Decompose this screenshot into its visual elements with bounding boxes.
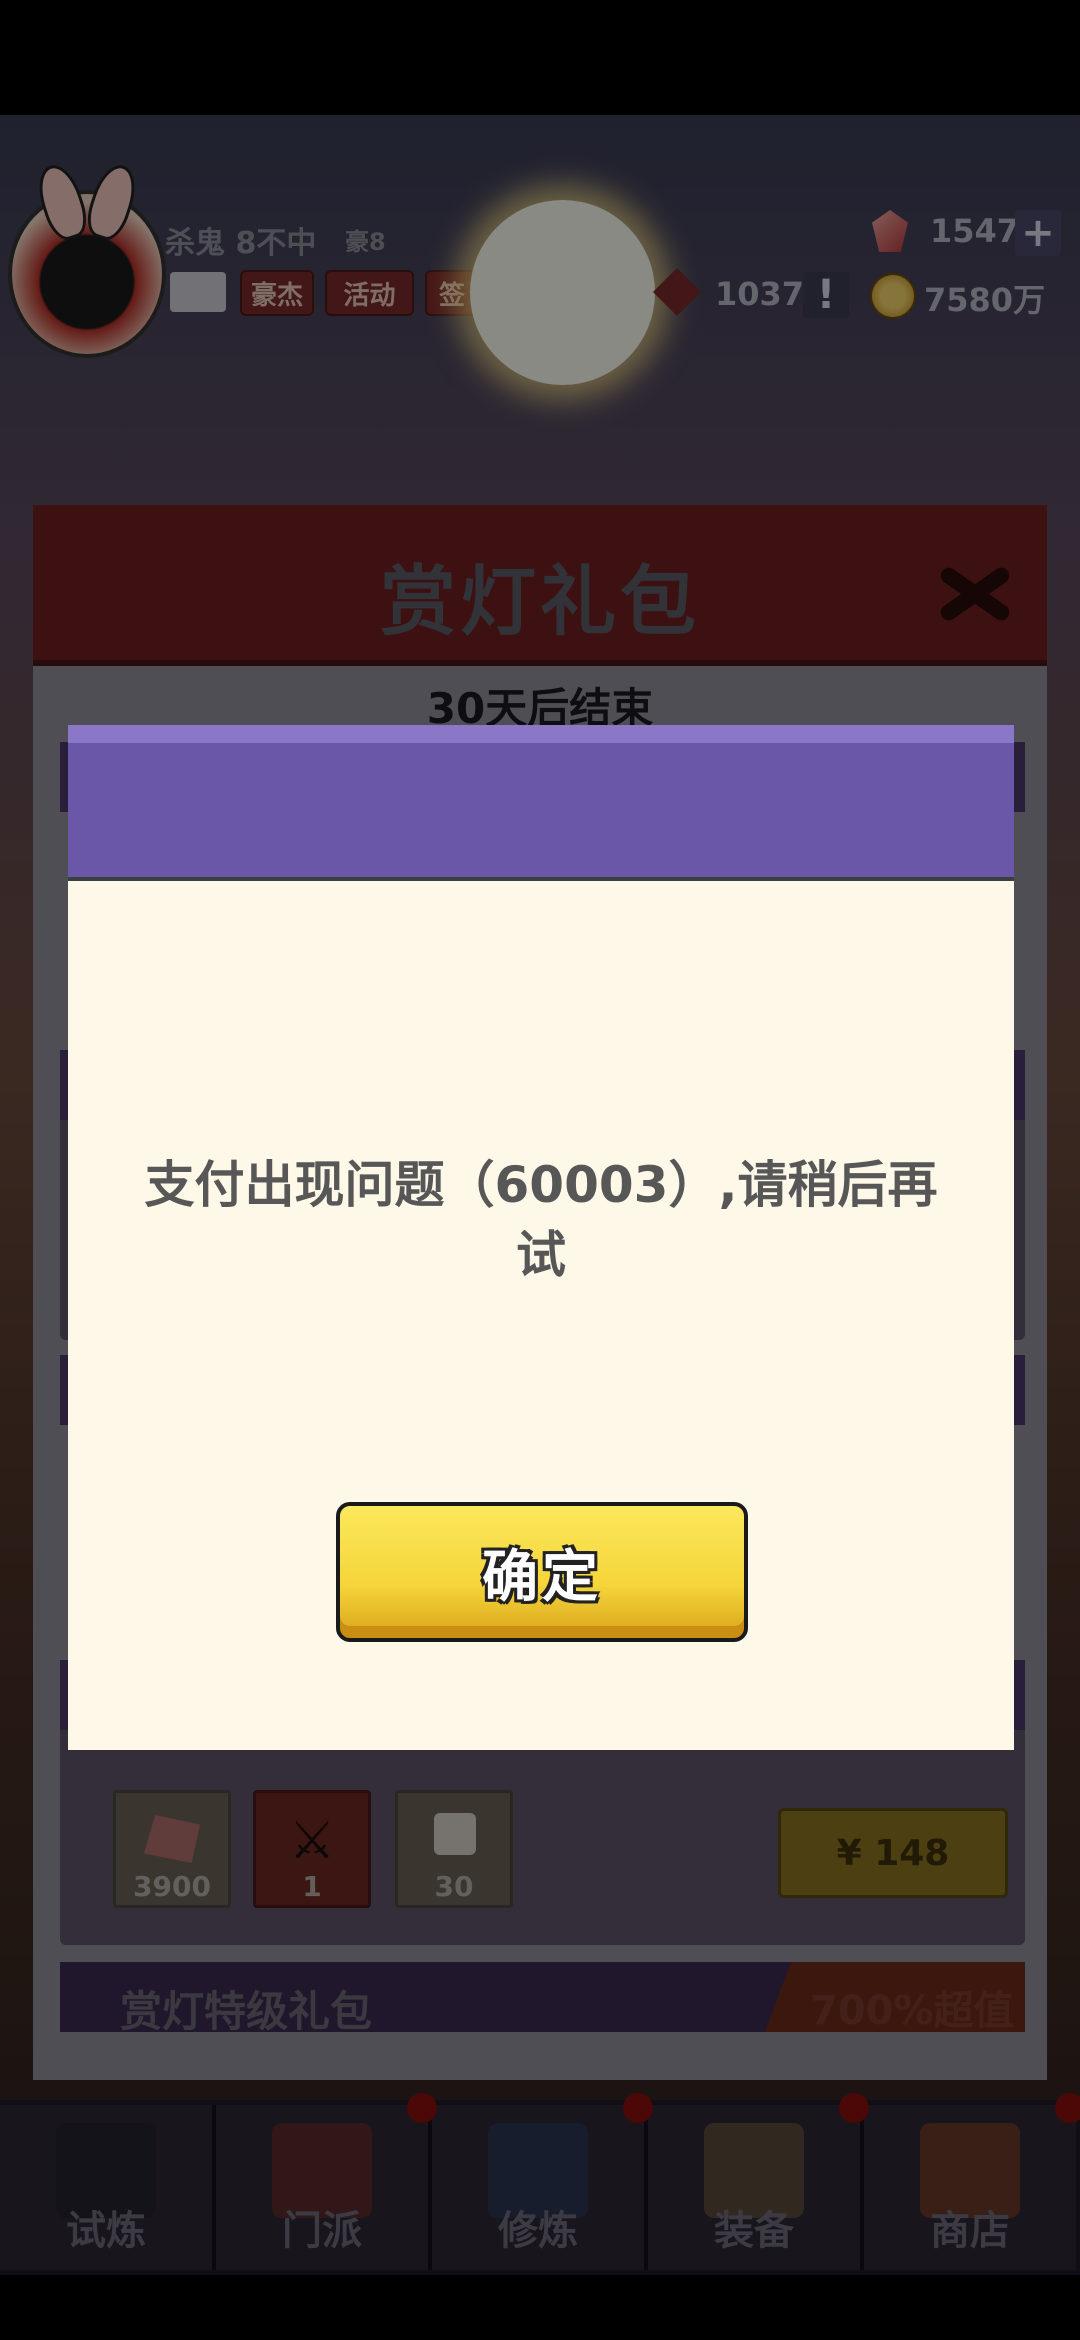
notification-dot [839, 2093, 869, 2123]
dialog-header [68, 725, 1014, 881]
gem-icon [144, 1815, 200, 1863]
nav-item-cultivate[interactable]: 修炼 [432, 2105, 648, 2270]
item-count: 3900 [133, 1870, 211, 1903]
add-gems-button[interactable]: + [1015, 210, 1061, 256]
confirm-button[interactable]: 确定 [336, 1502, 748, 1642]
gem-count: 1547 [930, 212, 1020, 250]
buy-pack-button[interactable]: ¥ 148 [778, 1808, 1008, 1898]
item-count: 30 [434, 1870, 474, 1903]
nav-item-trial[interactable]: 试炼 [0, 2105, 216, 2270]
notification-dot [1055, 2093, 1080, 2123]
coin-icon [870, 273, 916, 319]
dialog-message: 支付出现问题（60003）,请稍后再试 [144, 1156, 938, 1284]
info-button[interactable]: ! [803, 272, 849, 318]
nav-label: 门派 [282, 2208, 362, 2254]
special-pack-label: 赏灯特级礼包 [120, 1987, 373, 2036]
vip-level: 豪8 [345, 228, 386, 256]
item-count: 1 [302, 1870, 322, 1903]
nav-item-sect[interactable]: 门派 [216, 2105, 432, 2270]
nav-item-shop[interactable]: 商店 [864, 2105, 1076, 2270]
item-slot-weapon[interactable]: ⚔ 1 [253, 1790, 371, 1908]
dialog-header-highlight [68, 725, 1014, 743]
notification-dot [407, 2093, 437, 2123]
token-count: 1037 [715, 275, 805, 313]
player-name: 杀鬼 8不中 [165, 226, 317, 261]
nav-item-equipment[interactable]: 装备 [648, 2105, 864, 2270]
notification-dot [623, 2093, 653, 2123]
special-pack-value: 700%超值 [810, 1988, 1014, 2034]
moon-lantern-decoration [470, 200, 655, 385]
item-slot-gems[interactable]: 3900 [113, 1790, 231, 1908]
mail-icon[interactable] [170, 272, 226, 312]
nav-label: 试炼 [66, 2208, 146, 2254]
coin-count: 7580万 [924, 281, 1046, 319]
chip-activity[interactable]: 活动 [325, 270, 414, 316]
chip-haojie[interactable]: 豪杰 [240, 270, 314, 316]
player-avatar[interactable] [8, 190, 166, 358]
mystery-weapon-icon: ⚔ [288, 1811, 336, 1871]
nav-label: 修炼 [498, 2208, 578, 2254]
dice-icon [434, 1813, 476, 1855]
confirm-button-label: 确定 [482, 1544, 602, 1610]
gift-pack-title: 赏灯礼包 [380, 557, 700, 646]
close-icon[interactable] [930, 548, 1020, 638]
item-slot-dice[interactable]: 30 [395, 1790, 513, 1908]
nav-label: 装备 [714, 2208, 794, 2254]
nav-label: 商店 [930, 2208, 1010, 2254]
